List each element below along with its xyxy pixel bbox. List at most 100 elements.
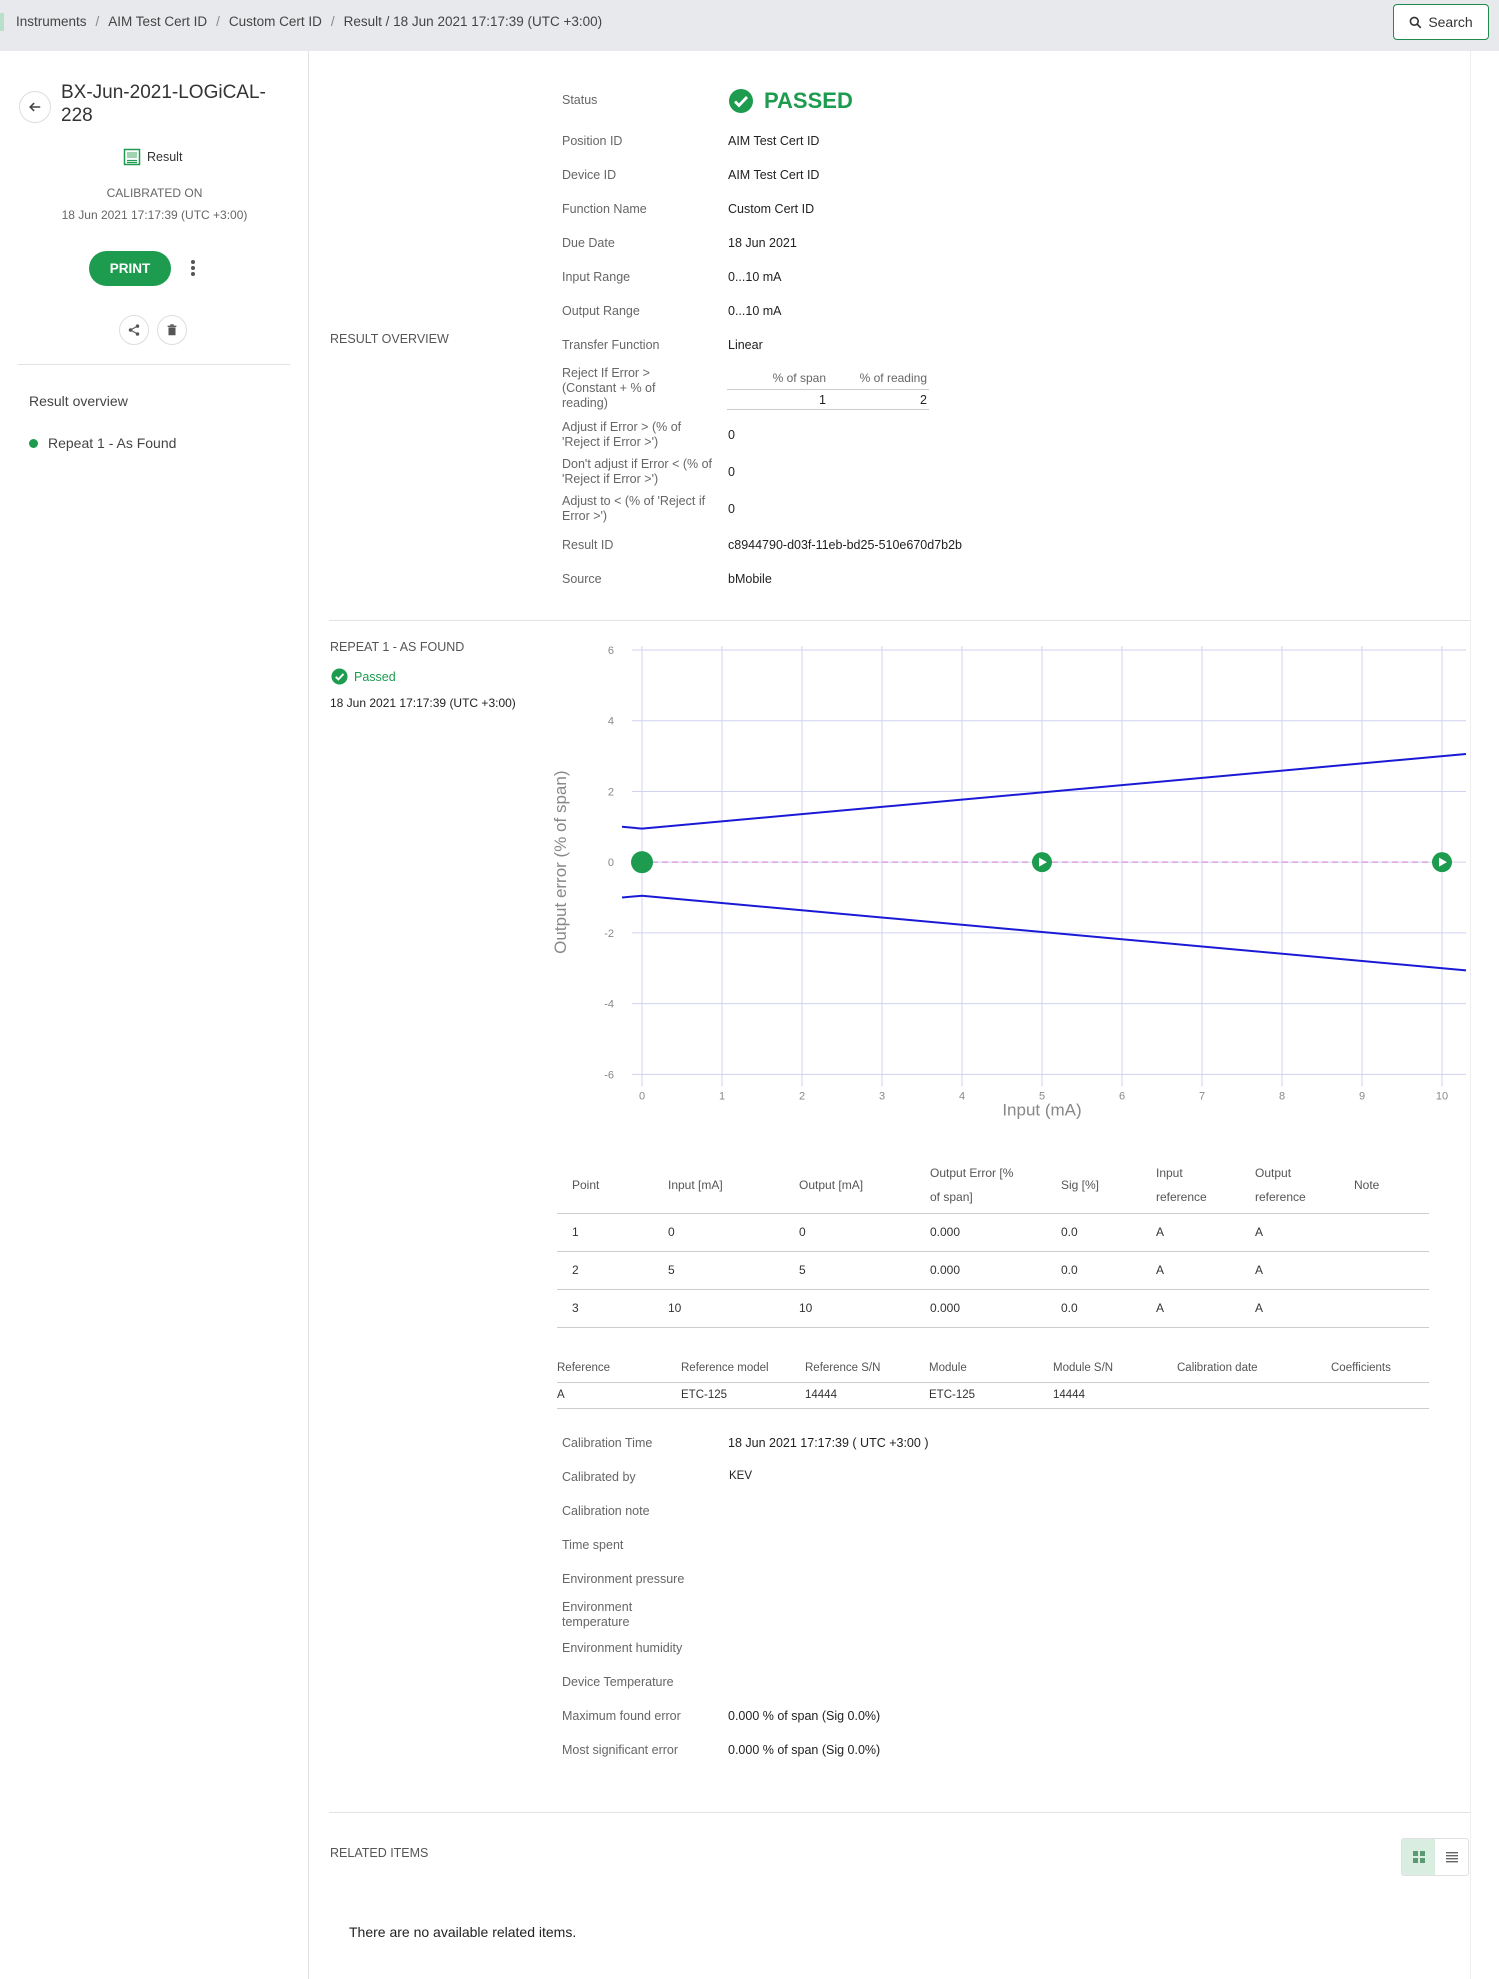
chart-x-tick-label: 9 bbox=[1359, 1090, 1365, 1102]
status-value: PASSED bbox=[728, 88, 853, 114]
device-temperature-label: Device Temperature bbox=[562, 1675, 674, 1689]
cell-output-error: 0.000 bbox=[915, 1213, 1046, 1252]
function-name-value: Custom Cert ID bbox=[728, 202, 815, 216]
sidebar: BX-Jun-2021-LOGiCAL-228 Result CALIBRATE… bbox=[0, 51, 309, 1979]
environment-temperature-label: Environment temperature bbox=[562, 1600, 633, 1629]
calibrated-by-value: KEV bbox=[729, 1470, 753, 1482]
cell-note bbox=[1339, 1213, 1429, 1252]
chart-x-tick-label: 3 bbox=[879, 1090, 885, 1102]
status-text: PASSED bbox=[764, 88, 853, 113]
points-table-header: Point Input [mA] Output [mA] Output Erro… bbox=[557, 1157, 1429, 1214]
device-id-label: Device ID bbox=[562, 168, 617, 182]
col-note: Note bbox=[1339, 1157, 1429, 1214]
cell-reference: A bbox=[557, 1382, 681, 1409]
cell-input: 5 bbox=[653, 1251, 784, 1290]
chart-y-tick-label: -4 bbox=[604, 999, 614, 1011]
environment-pressure-label: Environment pressure bbox=[562, 1572, 685, 1586]
chart-x-tick-label: 0 bbox=[639, 1090, 645, 1102]
col-output-error: Output Error [% of span] bbox=[915, 1157, 1046, 1214]
due-date-value: 18 Jun 2021 bbox=[728, 236, 797, 250]
chart-x-tick-label: 1 bbox=[719, 1090, 725, 1102]
grid-view-button[interactable] bbox=[1402, 1839, 1435, 1875]
cell-input: 10 bbox=[653, 1289, 784, 1328]
cell-output: 0 bbox=[784, 1213, 915, 1252]
related-items-heading: RELATED ITEMS bbox=[330, 1846, 429, 1860]
view-toggle bbox=[1401, 1838, 1469, 1876]
output-range-label: Output Range bbox=[562, 304, 640, 318]
transfer-function-value: Linear bbox=[728, 338, 763, 352]
grid-icon bbox=[1412, 1851, 1425, 1863]
share-button[interactable] bbox=[119, 315, 149, 345]
search-icon bbox=[1409, 16, 1422, 28]
sidebar-divider bbox=[18, 364, 290, 365]
share-icon bbox=[128, 324, 140, 336]
top-bar-accent bbox=[0, 13, 4, 31]
col-point: Point bbox=[557, 1157, 653, 1214]
cell-module-sn: 14444 bbox=[1053, 1382, 1177, 1409]
breadcrumb: Instruments / AIM Test Cert ID / Custom Cert… bbox=[16, 14, 602, 29]
cell-point: 3 bbox=[557, 1289, 653, 1328]
content-right-border bbox=[1470, 51, 1471, 1979]
cell-note bbox=[1339, 1289, 1429, 1328]
cell-output-reference: A bbox=[1240, 1289, 1339, 1328]
adjust-to-label: Adjust to < (% of 'Reject if Error >') bbox=[562, 494, 706, 523]
result-document-icon bbox=[123, 148, 141, 166]
chart-y-tick-label: -6 bbox=[604, 1069, 614, 1081]
input-range-label: Input Range bbox=[562, 270, 631, 284]
dont-adjust-label: Don't adjust if Error < (% of 'Reject if… bbox=[562, 457, 713, 486]
back-button[interactable] bbox=[19, 91, 51, 123]
chart-y-tick-label: 0 bbox=[608, 857, 614, 869]
cell-point: 2 bbox=[557, 1251, 653, 1290]
chart-x-tick-label: 7 bbox=[1199, 1090, 1205, 1102]
device-id-value: AIM Test Cert ID bbox=[728, 168, 820, 182]
breadcrumb-separator: / bbox=[330, 14, 335, 29]
print-button[interactable]: PRINT bbox=[89, 251, 171, 286]
cell-coefficients bbox=[1331, 1382, 1429, 1409]
cell-input-reference: A bbox=[1141, 1251, 1240, 1290]
result-overview-heading: RESULT OVERVIEW bbox=[330, 332, 449, 346]
calibrated-on-label: CALIBRATED ON bbox=[106, 186, 203, 200]
input-range-value: 0...10 mA bbox=[728, 270, 782, 284]
delete-button[interactable] bbox=[157, 315, 187, 345]
transfer-function-label: Transfer Function bbox=[562, 338, 660, 352]
adjust-if-error-label: Adjust if Error > (% of 'Reject if Error… bbox=[562, 420, 682, 449]
cell-output-error: 0.000 bbox=[915, 1251, 1046, 1290]
breadcrumb-separator: / bbox=[216, 14, 220, 29]
chart-y-tick-label: -2 bbox=[604, 928, 614, 940]
nav-result-overview[interactable]: Result overview bbox=[29, 393, 128, 409]
col-input: Input [mA] bbox=[653, 1157, 784, 1214]
check-circle-icon bbox=[331, 668, 348, 685]
repeat-status: Passed bbox=[331, 668, 396, 685]
table-row: 1 0 0 0.000 0.0 A A bbox=[557, 1213, 1429, 1252]
list-view-button[interactable] bbox=[1435, 1839, 1468, 1875]
breadcrumb-instruments[interactable]: Instruments bbox=[16, 14, 87, 29]
reject-header-reading: % of reading bbox=[859, 371, 927, 385]
cell-input-reference: A bbox=[1141, 1213, 1240, 1252]
status-dot bbox=[29, 438, 38, 448]
search-button[interactable]: Search bbox=[1393, 4, 1489, 40]
nav-repeat-1[interactable]: Repeat 1 - As Found bbox=[29, 435, 176, 451]
cell-output-reference: A bbox=[1240, 1213, 1339, 1252]
table-row: A ETC-125 14444 ETC-125 14444 bbox=[557, 1382, 1429, 1409]
cell-reference-model: ETC-125 bbox=[681, 1382, 805, 1409]
chart-x-tick-label: 2 bbox=[799, 1090, 805, 1102]
section-divider bbox=[329, 1812, 1470, 1813]
reject-value-span: 1 bbox=[819, 393, 826, 407]
col-reference-sn: Reference S/N bbox=[805, 1355, 929, 1383]
cell-output: 10 bbox=[784, 1289, 915, 1328]
breadcrumb-function[interactable]: Custom Cert ID bbox=[229, 14, 322, 29]
breadcrumb-current: Result / 18 Jun 2021 17:17:39 (UTC +3:00… bbox=[343, 14, 603, 29]
more-options-icon[interactable] bbox=[187, 258, 199, 280]
source-value: bMobile bbox=[728, 572, 772, 586]
cell-sig: 0.0 bbox=[1046, 1251, 1141, 1290]
adjust-if-error-value: 0 bbox=[728, 428, 735, 442]
breadcrumb-position[interactable]: AIM Test Cert ID bbox=[108, 14, 207, 29]
col-calibration-date: Calibration date bbox=[1177, 1355, 1331, 1383]
chart-y-tick-label: 4 bbox=[608, 716, 614, 728]
col-module: Module bbox=[929, 1355, 1053, 1383]
chart-y-tick-label: 6 bbox=[608, 645, 614, 657]
position-id-value: AIM Test Cert ID bbox=[728, 134, 820, 148]
repeat-status-text: Passed bbox=[354, 669, 396, 684]
calibration-time-value: 18 Jun 2021 17:17:39 ( UTC +3:00 ) bbox=[728, 1436, 929, 1450]
reject-if-error-table: % of span % of reading 1 2 bbox=[727, 371, 929, 410]
